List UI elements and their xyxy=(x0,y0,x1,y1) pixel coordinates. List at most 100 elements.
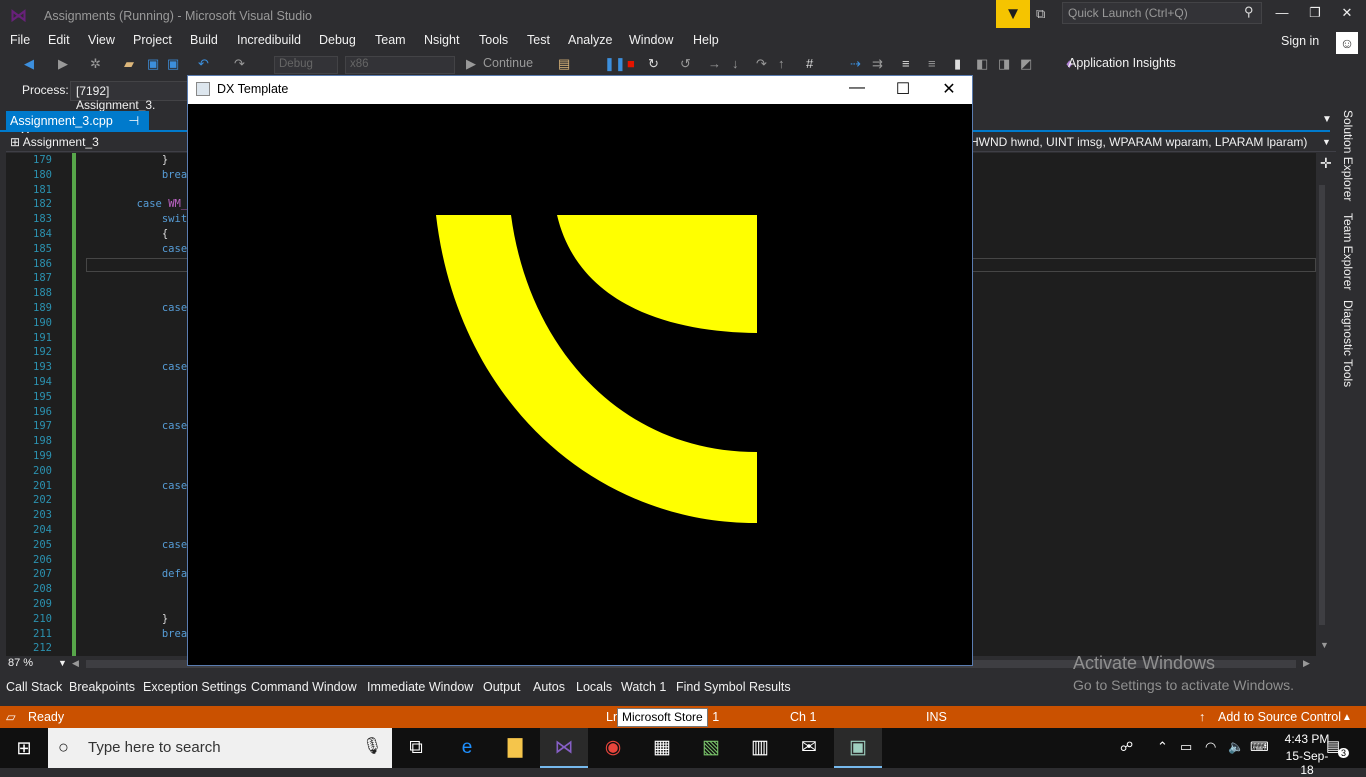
code-line[interactable]: break; xyxy=(86,168,200,183)
stop-debugging-icon[interactable]: ■ xyxy=(627,56,635,71)
code-line[interactable]: } xyxy=(86,612,168,627)
menu-help[interactable]: Help xyxy=(693,33,719,47)
save-all-icon[interactable]: ▣ xyxy=(167,56,179,72)
quick-launch-input[interactable]: Quick Launch (Ctrl+Q) xyxy=(1062,2,1262,24)
platform-select[interactable]: x86 xyxy=(345,56,455,74)
tab-exception-settings[interactable]: Exception Settings xyxy=(143,680,247,694)
volume-icon[interactable]: 🔈 xyxy=(1228,739,1244,755)
navigate-forward-icon[interactable]: ▶ xyxy=(58,56,68,72)
application-insights-button[interactable]: Application Insights xyxy=(1068,56,1176,70)
user-account-icon[interactable]: ☺ xyxy=(1336,32,1358,54)
search-icon[interactable]: ⚲ xyxy=(1244,4,1254,20)
zoom-dropdown-icon[interactable]: ▼ xyxy=(58,658,67,668)
step-into-icon[interactable]: ↓ xyxy=(732,56,739,71)
navigate-back-icon[interactable]: ◀ xyxy=(24,56,34,72)
people-icon[interactable]: ☍ xyxy=(1120,739,1133,755)
continue-button[interactable]: Continue xyxy=(483,56,533,70)
menu-incredibuild[interactable]: Incredibuild xyxy=(237,33,301,47)
sign-in-link[interactable]: Sign in xyxy=(1281,34,1319,48)
menu-nsight[interactable]: Nsight xyxy=(424,33,459,47)
dx-template-window[interactable]: DX Template — ☐ ✕ xyxy=(187,75,973,666)
menu-file[interactable]: File xyxy=(10,33,30,47)
bookmark-prev-icon[interactable]: ◧ xyxy=(976,56,988,72)
add-to-source-control-button[interactable]: Add to Source Control xyxy=(1218,710,1341,724)
menu-debug[interactable]: Debug xyxy=(319,33,356,47)
scroll-right-icon[interactable]: ▶ xyxy=(1303,658,1310,669)
menu-view[interactable]: View xyxy=(88,33,115,47)
code-line[interactable]: { xyxy=(86,227,168,242)
break-all-icon[interactable]: ❚❚ xyxy=(604,56,626,72)
process-icon[interactable]: ▤ xyxy=(558,56,570,72)
minimize-button[interactable]: — xyxy=(1272,5,1292,20)
undo-icon[interactable]: ↶ xyxy=(198,56,209,72)
scope-dropdown[interactable]: ⊞ Assignment_3 xyxy=(10,135,99,149)
restore-button[interactable]: ❐ xyxy=(1305,5,1325,21)
show-next-statement-icon[interactable]: ↺ xyxy=(680,56,691,72)
dx-minimize-button[interactable]: — xyxy=(834,79,880,101)
scroll-down-icon[interactable]: ▼ xyxy=(1320,640,1329,650)
continue-icon[interactable]: ▶ xyxy=(466,56,476,72)
tab-immediate-window[interactable]: Immediate Window xyxy=(367,680,473,694)
menu-project[interactable]: Project xyxy=(133,33,172,47)
feedback-icon[interactable]: ⧉ xyxy=(1036,6,1045,22)
close-button[interactable]: ✕ xyxy=(1337,5,1357,21)
microphone-icon[interactable]: 🎙 xyxy=(362,736,382,756)
hex-display-icon[interactable]: # xyxy=(806,56,813,71)
save-icon[interactable]: ▣ xyxy=(147,56,159,72)
taskbar-search-box[interactable]: Type here to search xyxy=(48,728,392,768)
tab-team-explorer[interactable]: Team Explorer xyxy=(1341,213,1355,290)
dx-window-titlebar[interactable]: DX Template — ☐ ✕ xyxy=(188,76,972,104)
mail-icon[interactable]: ✉ xyxy=(785,728,833,768)
uncomment-icon[interactable]: ≡ xyxy=(928,56,936,71)
microsoft-store-icon[interactable]: ▦ xyxy=(638,728,686,768)
menu-tools[interactable]: Tools xyxy=(479,33,508,47)
pin-icon[interactable]: ⊣ xyxy=(128,114,139,128)
chrome-icon[interactable]: ◉ xyxy=(589,728,637,768)
tab-command-window[interactable]: Command Window xyxy=(251,680,357,694)
notification-filter-icon[interactable]: ▼ xyxy=(996,0,1030,28)
menu-edit[interactable]: Edit xyxy=(48,33,70,47)
file-explorer-icon[interactable]: ▇ xyxy=(491,728,539,768)
task-view-icon[interactable]: ⧉ xyxy=(392,728,440,768)
msdn-icon[interactable]: ▥ xyxy=(736,728,784,768)
tab-locals[interactable]: Locals xyxy=(576,680,612,694)
edge-browser-icon[interactable]: e xyxy=(443,728,491,768)
dx-maximize-button[interactable]: ☐ xyxy=(880,79,926,101)
split-window-icon[interactable]: ✛ xyxy=(1320,155,1332,172)
source-control-icon[interactable]: ↑ xyxy=(1199,710,1205,724)
wifi-icon[interactable]: ◠ xyxy=(1205,739,1216,755)
menu-team[interactable]: Team xyxy=(375,33,406,47)
spreadsheet-app-icon[interactable]: ▧ xyxy=(687,728,735,768)
clock-time[interactable]: 4:43 PM xyxy=(1282,732,1332,746)
configuration-select[interactable]: Debug xyxy=(274,56,338,74)
visual-studio-taskbar-icon[interactable]: ⋈ xyxy=(540,728,588,768)
start-button-windows-icon[interactable]: ⊞ xyxy=(0,728,48,768)
comment-icon[interactable]: ≡ xyxy=(902,56,910,71)
tab-call-stack[interactable]: Call Stack xyxy=(6,680,62,694)
tab-output[interactable]: Output xyxy=(483,680,521,694)
battery-icon[interactable]: ▭ xyxy=(1180,739,1192,755)
step-back-icon[interactable]: ↷ xyxy=(756,56,767,72)
menu-window[interactable]: Window xyxy=(629,33,673,47)
redo-icon[interactable]: ↷ xyxy=(234,56,245,72)
dx-render-canvas[interactable] xyxy=(188,104,972,665)
step-out-icon[interactable]: ↑ xyxy=(778,56,785,71)
process-select[interactable]: [7192] Assignment_3. xyxy=(70,81,188,112)
member-dropdown-arrow-icon[interactable]: ▼ xyxy=(1322,137,1331,147)
stack-frame-icon[interactable]: ⇉ xyxy=(872,56,883,72)
menu-build[interactable]: Build xyxy=(190,33,218,47)
menu-test[interactable]: Test xyxy=(527,33,550,47)
restart-icon[interactable]: ↻ xyxy=(648,56,659,72)
step-over-icon[interactable]: → xyxy=(708,56,721,71)
scroll-left-icon[interactable]: ◀ xyxy=(72,658,79,669)
dx-template-taskbar-icon[interactable]: ▣ xyxy=(834,728,882,768)
code-line[interactable]: } xyxy=(86,153,168,168)
dx-close-button[interactable]: ✕ xyxy=(926,79,972,101)
code-line[interactable]: break; xyxy=(86,627,200,642)
source-control-arrow-icon[interactable]: ▲ xyxy=(1342,712,1352,723)
menu-analyze[interactable]: Analyze xyxy=(568,33,612,47)
tab-overflow-icon[interactable]: ▼ xyxy=(1322,114,1332,125)
tab-diagnostic-tools[interactable]: Diagnostic Tools xyxy=(1341,300,1355,387)
tab-watch-1[interactable]: Watch 1 xyxy=(621,680,666,694)
bookmark-icon[interactable]: ▮ xyxy=(954,56,961,72)
